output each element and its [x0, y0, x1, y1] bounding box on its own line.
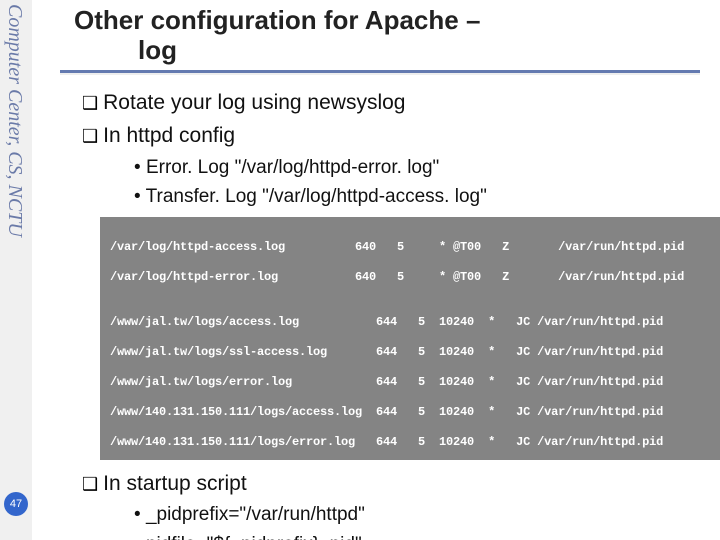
page-number-badge: 47	[4, 492, 28, 516]
code-row: /www/140.131.150.111/logs/access.log 644…	[110, 405, 712, 420]
vertical-label: Computer Center, CS, NCTU	[3, 4, 26, 237]
vertical-label-wrap: Computer Center, CS, NCTU	[2, 4, 30, 364]
bullet-rotate-log: Rotate your log using newsyslog	[82, 87, 710, 119]
slide-title: Other configuration for Apache – log	[74, 6, 710, 66]
bullet-startup-script: In startup script	[82, 468, 710, 500]
sub-pidprefix: _pidprefix="/var/run/httpd"	[134, 501, 710, 529]
title-divider	[60, 70, 700, 73]
code-row: /var/log/httpd-access.log 640 5 * @T00 Z…	[110, 240, 712, 255]
sub-errorlog: Error. Log "/var/log/httpd-error. log"	[134, 154, 710, 182]
code-row: /www/jal.tw/logs/ssl-access.log 644 5 10…	[110, 345, 712, 360]
code-row: /www/jal.tw/logs/access.log 644 5 10240 …	[110, 315, 712, 330]
left-sidebar: Computer Center, CS, NCTU 47	[0, 0, 32, 540]
title-line-2: log	[138, 36, 710, 66]
code-row: /www/jal.tw/logs/error.log 644 5 10240 *…	[110, 375, 712, 390]
slide: Computer Center, CS, NCTU 47 Other confi…	[0, 0, 720, 540]
sub-pidfile: pidfile="${_pidprefix}. pid"	[134, 531, 710, 540]
title-line-1: Other configuration for Apache –	[74, 5, 480, 35]
content-area: Other configuration for Apache – log Rot…	[60, 6, 710, 540]
newsyslog-config-block: /var/log/httpd-access.log 640 5 * @T00 Z…	[100, 217, 720, 460]
bullet-httpd-config: In httpd config	[82, 120, 710, 152]
code-row: /var/log/httpd-error.log 640 5 * @T00 Z …	[110, 270, 712, 285]
code-row: /www/140.131.150.111/logs/error.log 644 …	[110, 435, 712, 450]
sub-transferlog: Transfer. Log "/var/log/httpd-access. lo…	[134, 183, 710, 211]
